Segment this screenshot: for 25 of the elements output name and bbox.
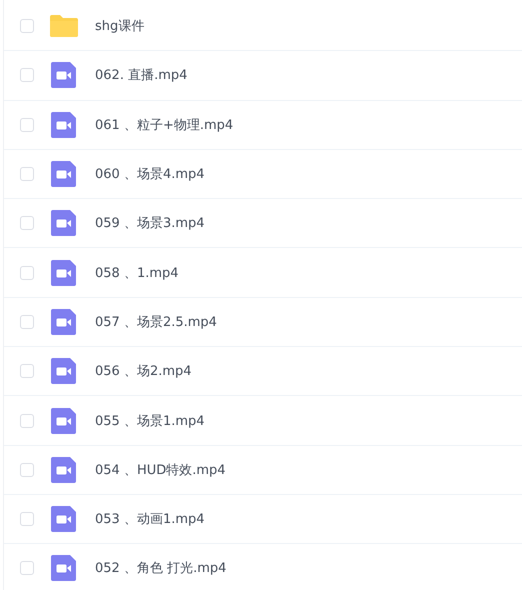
file-name[interactable]: 062. 直播.mp4 — [95, 66, 188, 84]
file-name[interactable]: 056 、场2.mp4 — [95, 362, 192, 380]
checkbox[interactable] — [20, 561, 34, 576]
checkbox[interactable] — [20, 266, 34, 280]
file-name[interactable]: 054 、HUD特效.mp4 — [95, 460, 226, 479]
checkbox[interactable] — [20, 216, 34, 230]
folder-icon — [49, 14, 79, 38]
checkbox[interactable] — [20, 118, 34, 132]
file-name[interactable]: shg课件 — [95, 17, 144, 36]
file-name[interactable]: 058 、1.mp4 — [95, 264, 179, 282]
file-name[interactable]: 052 、角色 打光.mp4 — [95, 559, 226, 578]
checkbox[interactable] — [20, 68, 34, 82]
file-name[interactable]: 059 、场景3.mp4 — [95, 214, 205, 232]
file-name[interactable]: 060 、场景4.mp4 — [95, 165, 205, 184]
checkbox[interactable] — [20, 462, 34, 477]
checkbox[interactable] — [20, 414, 34, 428]
checkbox[interactable] — [20, 167, 34, 182]
checkbox[interactable] — [20, 364, 34, 378]
checkbox[interactable] — [20, 512, 34, 526]
file-name[interactable]: 053 、动画1.mp4 — [95, 510, 205, 528]
file-name[interactable]: 061 、粒子+物理.mp4 — [95, 116, 234, 134]
checkbox[interactable] — [20, 314, 34, 329]
file-name[interactable]: 055 、场景1.mp4 — [95, 412, 205, 430]
checkbox[interactable] — [20, 19, 34, 34]
file-name[interactable]: 057 、场景2.5.mp4 — [95, 312, 217, 331]
